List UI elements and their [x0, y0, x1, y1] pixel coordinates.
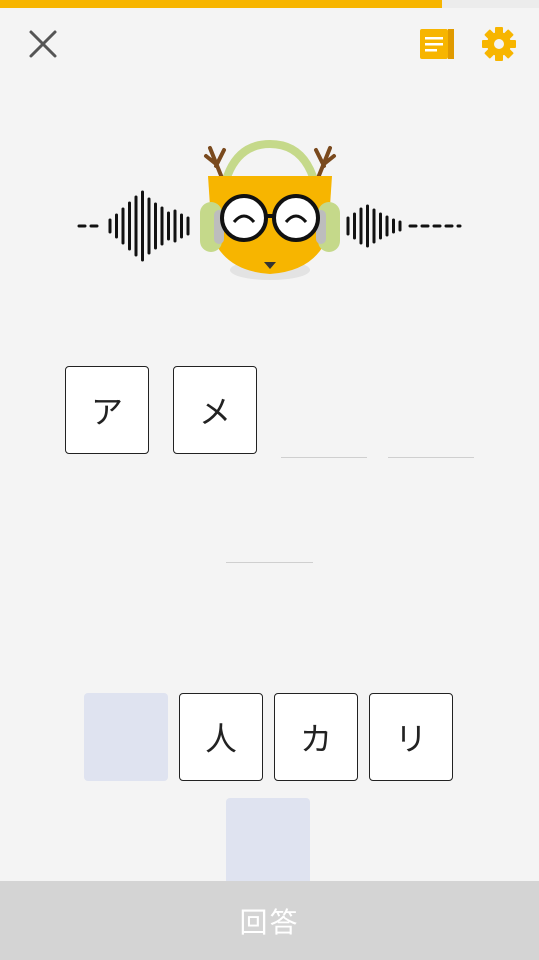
answer-slot-5[interactable] [226, 562, 313, 563]
gear-icon[interactable] [480, 25, 518, 63]
answer-slot-1[interactable]: ア [65, 366, 149, 454]
deer-with-headphones-audio-icon[interactable] [70, 136, 470, 286]
answer-slot-4[interactable] [388, 457, 474, 458]
close-icon[interactable] [26, 27, 60, 61]
choice-tile[interactable]: カ [274, 693, 358, 781]
notes-icon[interactable] [418, 26, 456, 62]
sound-wave-left [77, 190, 190, 262]
progress-bar [0, 0, 539, 8]
progress-bar-fill [0, 0, 442, 8]
choice-tile[interactable]: リ [369, 693, 453, 781]
submit-answer-button[interactable]: 回答 [0, 881, 539, 960]
choice-tile-used [84, 693, 168, 781]
answer-slot-3[interactable] [281, 457, 367, 458]
choice-tile[interactable]: 人 [179, 693, 263, 781]
submit-answer-label: 回答 [239, 905, 300, 939]
sound-wave-right [346, 204, 462, 248]
answer-slot-2[interactable]: メ [173, 366, 257, 454]
choice-tile-used [226, 798, 310, 886]
